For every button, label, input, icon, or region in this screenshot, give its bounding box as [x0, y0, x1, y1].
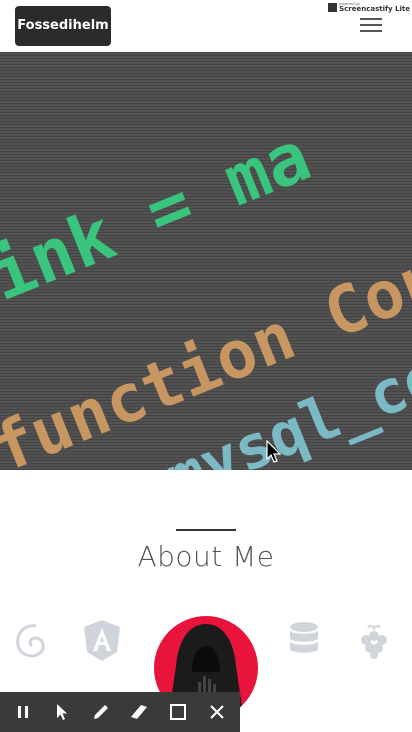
menu-icon[interactable] [360, 16, 382, 34]
brand-button[interactable]: Fossedihelm [15, 6, 111, 46]
angular-icon [84, 620, 120, 661]
rectangle-icon[interactable] [165, 699, 191, 725]
about-title: About Me [137, 540, 275, 573]
hero-code-image: link = ma function Con mysql_co [0, 52, 412, 470]
mouse-cursor-icon [266, 440, 282, 463]
database-icon [290, 622, 318, 653]
pointer-icon[interactable] [49, 699, 75, 725]
pen-icon[interactable] [88, 699, 114, 725]
badge-name: Screencastify Lite [339, 4, 410, 13]
pause-icon[interactable] [10, 699, 36, 725]
raspberry-pi-icon [361, 624, 387, 659]
screencastify-logo-icon [328, 2, 338, 12]
recording-toolbar [0, 692, 240, 732]
eraser-icon[interactable] [126, 699, 152, 725]
close-icon[interactable] [204, 699, 230, 725]
section-divider [176, 529, 236, 531]
code-background: link = ma function Con mysql_co [0, 52, 412, 470]
debian-icon [16, 624, 45, 658]
screencastify-badge: powered by Screencastify Lite [328, 1, 410, 13]
